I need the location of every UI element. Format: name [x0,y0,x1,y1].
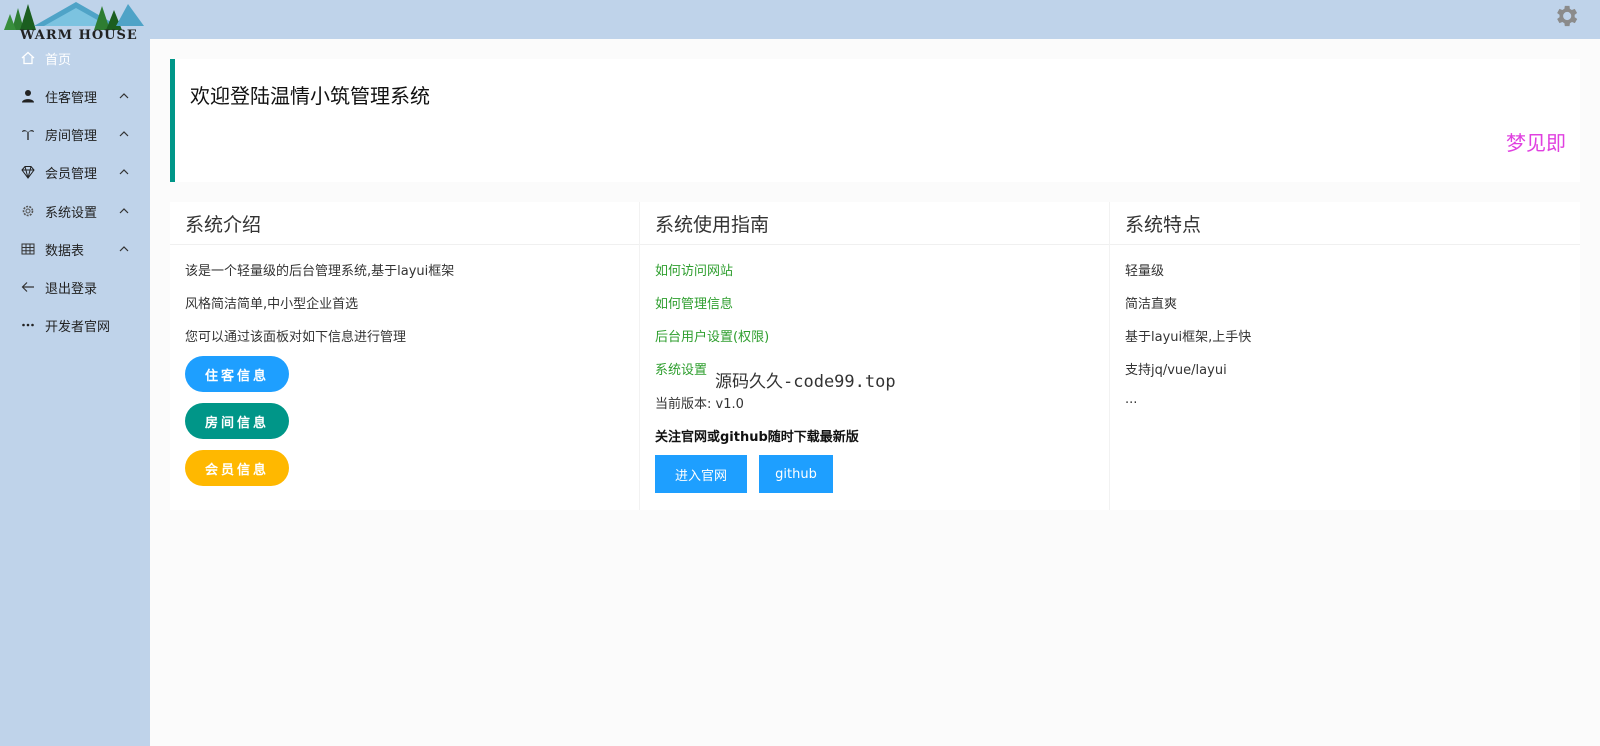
sidebar-item-label: 住客管理 [45,90,98,106]
guide-link-settings[interactable]: 系统设置 [655,359,707,378]
more-icon [20,317,36,333]
feature-line: 支持jq/vue/layui [1125,363,1227,378]
palm-tree-icon [20,126,36,142]
chevron-up-icon [119,169,129,175]
feature-line: ... [1125,392,1138,407]
intro-line: 您可以通过该面板对如下信息进行管理 [185,330,407,345]
card-title: 系统介绍 [170,202,639,245]
table-icon [20,241,36,257]
sidebar-item-developer-site[interactable]: 开发者官网 [0,310,150,340]
arrow-left-icon [20,279,36,295]
intro-line: 该是一个轻量级的后台管理系统,基于layui框架 [185,264,455,279]
github-button[interactable]: github [759,455,833,493]
sidebar-item-label: 首页 [45,52,72,68]
sidebar-item-settings[interactable]: 系统设置 [0,196,150,226]
guest-info-button[interactable]: 住客信息 [185,356,289,392]
sidebar: WARM HOUSE 首页 住客管理 房间管理 会员管理 系统设置 数据表 退出… [0,0,150,746]
sidebar-item-label: 数据表 [45,243,85,259]
sidebar-item-home[interactable]: 首页 [0,43,150,73]
system-intro-card: 系统介绍 该是一个轻量级的后台管理系统,基于layui框架 风格简洁简单,中小型… [170,202,640,510]
gear-icon [20,203,36,219]
logo-text: WARM HOUSE [20,28,138,43]
welcome-title: 欢迎登陆温情小筑管理系统 [190,84,430,108]
sidebar-item-guests[interactable]: 住客管理 [0,81,150,111]
sidebar-item-label: 会员管理 [45,166,98,182]
feature-line: 简洁直爽 [1125,297,1178,312]
intro-line: 风格简洁简单,中小型企业首选 [185,297,359,312]
sidebar-item-label: 开发者官网 [45,319,111,335]
sidebar-item-tables[interactable]: 数据表 [0,234,150,264]
guide-link-manage[interactable]: 如何管理信息 [655,293,733,312]
welcome-panel: 欢迎登陆温情小筑管理系统 梦见即 [170,59,1580,182]
warm-house-logo: WARM HOUSE [4,0,150,46]
home-icon [20,50,36,66]
chevron-up-icon [119,208,129,214]
system-features-card: 系统特点 轻量级 简洁直爽 基于layui框架,上手快 支持jq/vue/lay… [1110,202,1580,510]
sidebar-item-members[interactable]: 会员管理 [0,157,150,187]
version-text: 当前版本: v1.0 [655,397,744,412]
chevron-up-icon [119,131,129,137]
room-info-button[interactable]: 房间信息 [185,403,289,439]
top-header [0,0,1600,39]
marquee-text: 梦见即 [1506,131,1566,155]
diamond-icon [20,164,36,180]
feature-line: 基于layui框架,上手快 [1125,330,1252,345]
download-notice: 关注官网或github随时下载最新版 [655,430,859,445]
sidebar-item-label: 房间管理 [45,128,98,144]
guide-link-permissions[interactable]: 后台用户设置(权限) [655,326,769,345]
card-title: 系统使用指南 [640,202,1109,245]
main-content: 欢迎登陆温情小筑管理系统 梦见即 系统介绍 该是一个轻量级的后台管理系统,基于l… [150,39,1600,746]
chevron-up-icon [119,93,129,99]
sidebar-item-label: 退出登录 [45,281,98,297]
feature-line: 轻量级 [1125,264,1165,279]
usage-guide-card: 系统使用指南 如何访问网站 如何管理信息 后台用户设置(权限) 系统设置 源码久… [640,202,1110,510]
sidebar-item-rooms[interactable]: 房间管理 [0,119,150,149]
member-info-button[interactable]: 会员信息 [185,450,289,486]
sidebar-item-label: 系统设置 [45,205,98,221]
info-cards: 系统介绍 该是一个轻量级的后台管理系统,基于layui框架 风格简洁简单,中小型… [170,202,1580,510]
chevron-up-icon [119,246,129,252]
sidebar-item-logout[interactable]: 退出登录 [0,272,150,302]
official-site-button[interactable]: 进入官网 [655,455,747,493]
guide-link-access[interactable]: 如何访问网站 [655,260,733,279]
gear-icon[interactable] [1552,2,1580,30]
watermark-text: 源码久久-code99.top [715,372,896,392]
card-title: 系统特点 [1110,202,1580,245]
user-icon [20,88,36,104]
